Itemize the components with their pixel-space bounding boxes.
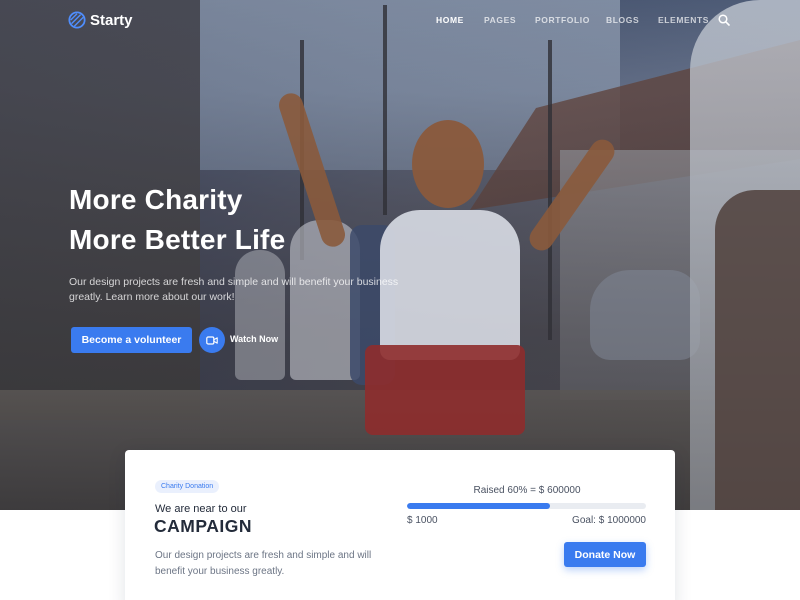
watch-now-label[interactable]: Watch Now: [230, 334, 278, 344]
hero-description: Our design projects are fresh and simple…: [69, 276, 399, 303]
goal-amount: Goal: $ 1000000: [572, 515, 646, 526]
donate-now-button[interactable]: Donate Now: [564, 542, 646, 567]
nav-portfolio[interactable]: PORTFOLIO: [535, 15, 590, 25]
hero-title-line-2: More Better Life: [69, 224, 286, 255]
hero-foreground-arm: [715, 190, 800, 510]
nav-pages[interactable]: PAGES: [484, 15, 516, 25]
watch-now-button[interactable]: [199, 327, 225, 353]
campaign-description: Our design projects are fresh and simple…: [155, 550, 372, 577]
campaign-card: Charity Donation We are near to our CAMP…: [125, 450, 675, 600]
navbar: Starty HOME PAGES PORTFOLIO BLOGS ELEMEN…: [0, 0, 800, 42]
search-icon[interactable]: [718, 14, 730, 26]
hero-title-line-1: More Charity: [69, 184, 243, 215]
hero-pole: [548, 40, 552, 340]
video-camera-icon: [206, 335, 218, 345]
hero-child-head: [412, 120, 484, 208]
raised-text: Raised 60% = $ 600000: [473, 485, 581, 496]
nav-home[interactable]: HOME: [436, 15, 464, 25]
globe-logo-icon: [68, 11, 86, 29]
charity-donation-badge: Charity Donation: [155, 480, 220, 493]
donation-progress-bar: [407, 503, 646, 509]
hero-child-shorts: [365, 345, 525, 435]
donation-progress-fill: [407, 503, 551, 509]
become-volunteer-button[interactable]: Become a volunteer: [71, 327, 192, 353]
nav-elements[interactable]: ELEMENTS: [658, 15, 709, 25]
brand-logo[interactable]: Starty: [68, 11, 133, 29]
campaign-title: CAMPAIGN: [154, 516, 252, 536]
nav-blogs[interactable]: BLOGS: [606, 15, 639, 25]
brand-name: Starty: [90, 11, 133, 29]
hero-child-background: [235, 250, 285, 380]
current-amount: $ 1000: [407, 515, 438, 526]
campaign-subtitle: We are near to our: [155, 503, 247, 515]
hero-motorbike: [590, 270, 700, 360]
